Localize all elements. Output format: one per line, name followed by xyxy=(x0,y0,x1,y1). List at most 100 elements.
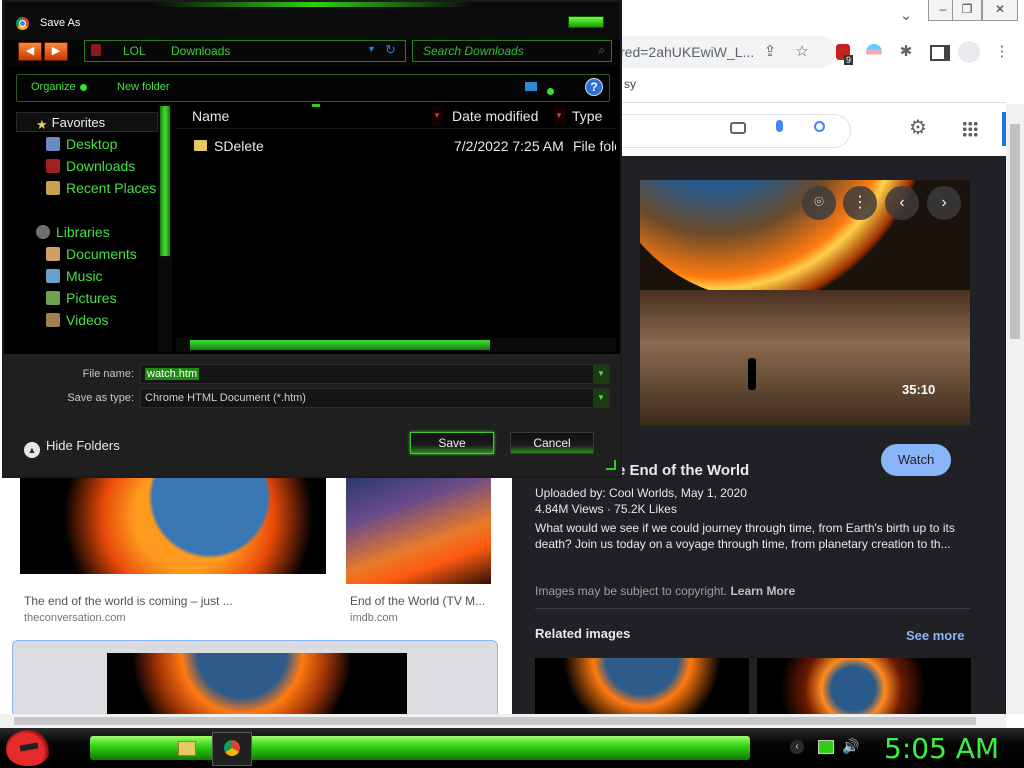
start-button-angry-bird-icon[interactable] xyxy=(6,730,50,766)
taskbar-clock[interactable]: 5:05 AM xyxy=(884,732,999,765)
organize-button[interactable]: Organize xyxy=(31,81,87,93)
back-arrow-icon[interactable]: ◀ xyxy=(18,42,42,61)
selected-result-card[interactable] xyxy=(12,640,498,719)
nav-pane-scrollbar[interactable] xyxy=(158,104,172,352)
file-row[interactable]: SDelete 7/2/2022 7:25 AM File fold xyxy=(176,134,616,156)
path-dropdown-icon[interactable]: ▼ xyxy=(367,44,376,54)
result-title-1[interactable]: The end of the world is coming – just ..… xyxy=(24,594,324,608)
apps-grid-icon[interactable] xyxy=(962,121,978,137)
nav-item-libraries[interactable]: Libraries xyxy=(36,224,110,240)
volume-icon[interactable]: 🔊 xyxy=(842,738,859,755)
result-domain-1: theconversation.com xyxy=(24,612,126,624)
tab-search-chevron-icon[interactable]: ⌄ xyxy=(896,6,916,26)
help-icon[interactable]: ? xyxy=(585,78,603,96)
extensions-puzzle-icon[interactable]: ✱ xyxy=(896,42,916,62)
save-type-select[interactable]: Chrome HTML Document (*.htm) ▼ xyxy=(140,388,610,408)
command-bar: Organize New folder ? xyxy=(16,74,610,102)
column-date-dropdown-icon[interactable] xyxy=(554,106,566,126)
save-type-dropdown-icon[interactable]: ▼ xyxy=(593,389,609,407)
search-placeholder: Search Downloads xyxy=(423,44,524,58)
nav-item-desktop[interactable]: Desktop xyxy=(46,136,117,152)
result-title-2[interactable]: End of the World (TV M... xyxy=(350,594,490,608)
nav-item-pictures[interactable]: Pictures xyxy=(46,290,117,306)
related-image-1[interactable] xyxy=(535,658,749,714)
camera-search-icon[interactable] xyxy=(730,122,746,134)
save-button[interactable]: Save xyxy=(410,432,494,454)
profile-extension-icon[interactable] xyxy=(866,44,882,60)
preview-title[interactable]: e End of the World xyxy=(617,462,749,479)
chrome-task-icon[interactable] xyxy=(212,732,252,766)
result-domain-2: imdb.com xyxy=(350,612,398,624)
view-dropdown-icon[interactable] xyxy=(547,83,554,98)
file-list-horizontal-scrollbar[interactable] xyxy=(176,338,616,352)
close-window-button[interactable]: ✕ xyxy=(982,0,1018,21)
desktop-icon xyxy=(46,137,60,151)
resize-grip[interactable] xyxy=(606,460,616,470)
url-text[interactable]: red=2ahUKEwiW_L... xyxy=(620,44,754,60)
nav-label: Desktop xyxy=(66,136,118,152)
column-header-name[interactable]: Name xyxy=(192,108,229,124)
column-header-type[interactable]: Type xyxy=(572,108,602,124)
file-name-dropdown-icon[interactable]: ▼ xyxy=(593,365,609,383)
search-icon[interactable] xyxy=(814,121,825,132)
mic-icon[interactable] xyxy=(776,120,783,132)
column-header-date[interactable]: Date modified xyxy=(452,108,538,124)
recent-places-icon xyxy=(46,181,60,195)
nav-item-recent-places[interactable]: Recent Places xyxy=(46,180,156,196)
watch-button[interactable]: Watch xyxy=(881,444,951,476)
chrome-menu-icon[interactable]: ⋮ xyxy=(992,42,1012,62)
favorites-label: ★ Favorites xyxy=(36,115,105,132)
nav-item-videos[interactable]: Videos xyxy=(46,312,109,328)
file-name-input[interactable]: watch.htm ▼ xyxy=(140,364,610,384)
bookmarks-bar-text[interactable]: sy xyxy=(624,77,636,91)
hide-folders-label: Hide Folders xyxy=(46,438,120,453)
dialog-close-button[interactable] xyxy=(568,16,604,28)
result-image-1[interactable] xyxy=(20,478,326,574)
forward-arrow-icon[interactable]: ▶ xyxy=(44,42,68,61)
preview-uploaded: Uploaded by: Cool Worlds, May 1, 2020 xyxy=(535,486,747,500)
more-options-icon[interactable]: ⋮ xyxy=(843,186,877,220)
refresh-icon[interactable]: ↻ xyxy=(385,42,396,58)
nav-label: Pictures xyxy=(66,290,117,306)
preview-divider xyxy=(535,608,970,609)
cancel-button[interactable]: Cancel xyxy=(510,432,594,454)
page-vertical-scrollbar[interactable] xyxy=(1006,104,1024,714)
save-options-panel: File name: watch.htm ▼ Save as type: Chr… xyxy=(4,354,620,476)
search-downloads-input[interactable]: Search Downloads ⌕ xyxy=(412,40,612,62)
path-breadcrumb[interactable]: LOL Downloads ▼ ↻ xyxy=(84,40,406,62)
search-icon[interactable]: ⌕ xyxy=(598,43,605,58)
network-icon[interactable] xyxy=(818,740,834,754)
restore-button[interactable]: ❐ xyxy=(952,0,982,21)
breadcrumb-segment[interactable]: Downloads xyxy=(171,44,230,58)
libraries-icon xyxy=(36,225,50,239)
next-icon[interactable]: › xyxy=(927,186,961,220)
result-image-2[interactable] xyxy=(346,478,491,584)
column-name-dropdown-icon[interactable] xyxy=(432,106,444,126)
libraries-header-text: Libraries xyxy=(56,224,110,240)
breadcrumb-segment[interactable]: LOL xyxy=(123,44,146,58)
profile-avatar[interactable] xyxy=(958,41,980,63)
new-folder-button[interactable]: New folder xyxy=(117,81,170,93)
side-panel-icon[interactable] xyxy=(930,45,950,61)
share-icon[interactable]: ⇪ xyxy=(760,42,780,62)
nav-item-music[interactable]: Music xyxy=(46,268,103,284)
nav-item-documents[interactable]: Documents xyxy=(46,246,137,262)
learn-more-link[interactable]: Learn More xyxy=(730,584,795,598)
view-options-icon[interactable] xyxy=(525,82,537,91)
see-more-link[interactable]: See more xyxy=(906,628,965,643)
navigation-pane: ★ Favorites Desktop Downloads Recent Plac… xyxy=(14,104,158,352)
file-explorer-task-icon[interactable] xyxy=(168,732,206,764)
copyright-text: Images may be subject to copyright. xyxy=(535,584,728,598)
dialog-titlebar[interactable]: Save As xyxy=(4,2,620,44)
google-search-box[interactable] xyxy=(600,114,851,148)
show-hidden-icons-icon[interactable]: ‹ xyxy=(790,740,804,754)
related-image-2[interactable] xyxy=(757,658,971,714)
page-horizontal-scrollbar[interactable] xyxy=(0,714,1006,728)
hide-folders-button[interactable]: ▲ Hide Folders xyxy=(24,438,120,458)
save-as-dialog: Save As ◀ ▶ LOL Downloads ▼ ↻ Search Dow… xyxy=(2,0,622,478)
previous-icon[interactable]: ‹ xyxy=(885,186,919,220)
bookmark-star-icon[interactable]: ☆ xyxy=(792,42,812,62)
nav-item-downloads[interactable]: Downloads xyxy=(46,158,135,174)
settings-gear-icon[interactable]: ⚙ xyxy=(908,118,928,138)
lens-search-icon[interactable]: ⌾ xyxy=(802,186,836,220)
